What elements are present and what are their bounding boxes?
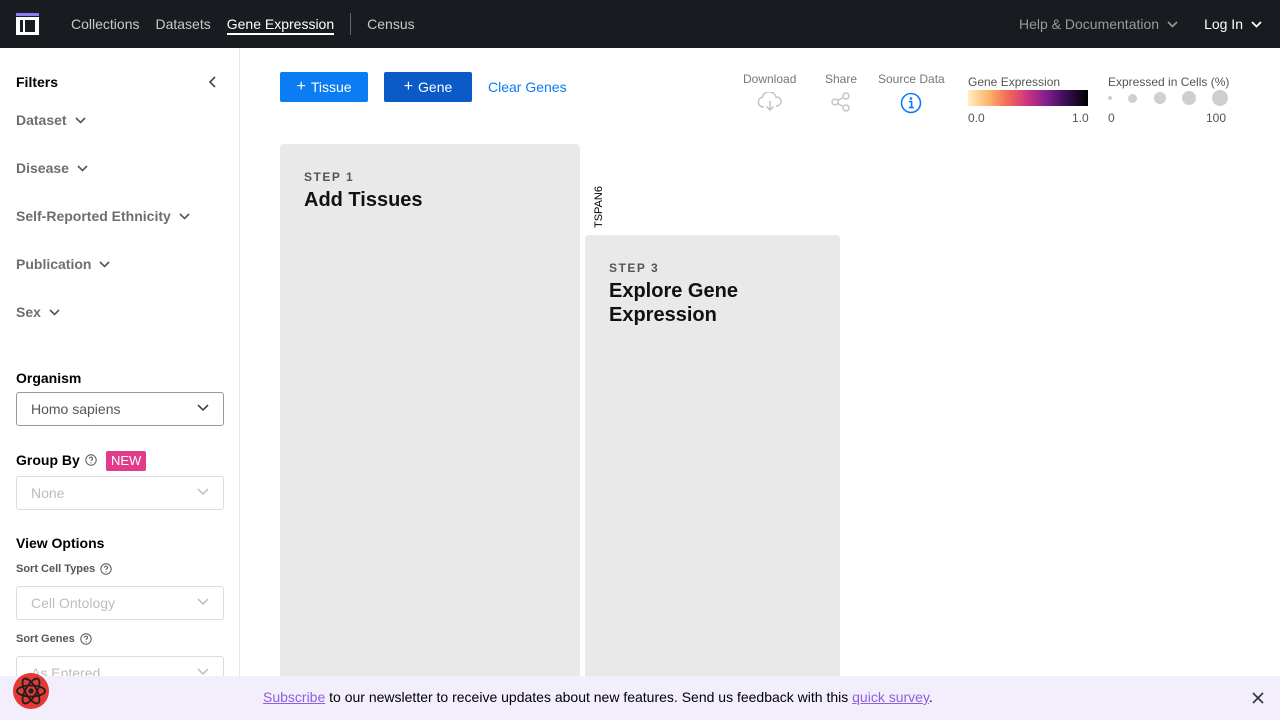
step3-title: Explore Gene Expression <box>609 280 738 326</box>
help-circle-icon[interactable] <box>79 633 92 645</box>
share-label: Share <box>825 72 858 86</box>
nav-datasets[interactable]: Datasets <box>155 0 210 48</box>
quick-survey-link[interactable]: quick survey <box>852 689 929 705</box>
sort-genes-label: Sort Genes <box>16 633 75 645</box>
filter-ethnicity[interactable]: Self-Reported Ethnicity <box>16 208 190 224</box>
banner-middle-text: to our newsletter to receive updates abo… <box>325 689 853 705</box>
login-label: Log In <box>1204 16 1243 32</box>
download-label: Download <box>743 72 797 86</box>
filter-publication[interactable]: Publication <box>16 256 111 272</box>
filter-dataset[interactable]: Dataset <box>16 112 86 128</box>
step3-label: STEP 3 <box>609 261 660 275</box>
banner-end-text: . <box>928 689 933 705</box>
organism-select[interactable]: Homo sapiens <box>16 392 224 426</box>
step1-title: Add Tissues <box>304 189 423 211</box>
plus-icon: + <box>296 78 306 95</box>
size-dot <box>1182 91 1196 105</box>
add-gene-label: Gene <box>418 79 453 95</box>
view-options-label: View Options <box>16 535 105 551</box>
share-button[interactable]: Share <box>825 72 857 112</box>
gene-expression-gradient <box>968 90 1088 106</box>
expressed-cells-legend-title: Expressed in Cells (%) <box>1108 75 1230 89</box>
new-badge: NEW <box>106 451 147 471</box>
help-label: Help & Documentation <box>1018 16 1160 32</box>
chevron-down-icon <box>197 404 209 412</box>
group-by-value: None <box>31 485 65 501</box>
help-circle-icon[interactable] <box>85 454 97 466</box>
sort-cell-types-select[interactable]: Cell Ontology <box>16 586 224 620</box>
chevron-down-icon <box>99 260 111 268</box>
gene-column-label[interactable]: TSPAN6 <box>593 186 605 228</box>
chevron-down-icon <box>197 488 209 496</box>
filter-sex[interactable]: Sex <box>16 304 60 320</box>
info-icon <box>901 92 922 114</box>
step1-label: STEP 1 <box>304 170 355 184</box>
organism-value: Homo sapiens <box>31 401 121 417</box>
banner-text: Subscribe to our newsletter to receive u… <box>263 689 933 705</box>
filter-label: Publication <box>16 256 92 272</box>
gene-expression-max: 1.0 <box>1072 111 1089 125</box>
filter-label: Sex <box>16 304 41 320</box>
chevron-down-icon <box>49 308 60 316</box>
subscribe-link[interactable]: Subscribe <box>263 689 325 705</box>
filters-sidebar: Filters Dataset Disease Self-Reported Et… <box>0 48 240 720</box>
expressed-cells-max: 100 <box>1206 111 1227 125</box>
react-devtools-icon[interactable] <box>10 671 52 711</box>
step1-card: STEP 1 Add Tissues <box>280 144 580 684</box>
sort-cell-types-value: Cell Ontology <box>31 595 116 611</box>
gene-expression-legend-title: Gene Expression <box>968 75 1061 89</box>
plus-icon: + <box>403 78 414 95</box>
newsletter-banner: Subscribe to our newsletter to receive u… <box>0 676 1280 720</box>
sort-genes-header: Sort Genes <box>16 633 92 645</box>
filter-label: Disease <box>16 160 69 176</box>
collapse-sidebar-icon[interactable] <box>206 75 220 89</box>
help-documentation-menu[interactable]: Help & Documentation <box>1019 16 1178 32</box>
organism-label: Organism <box>16 370 82 386</box>
nav-gene-expression[interactable]: Gene Expression <box>226 0 335 48</box>
add-gene-button[interactable]: + Gene <box>384 72 472 102</box>
size-dot <box>1128 94 1137 103</box>
nav-collections[interactable]: Collections <box>71 0 139 48</box>
sort-cell-types-label: Sort Cell Types <box>16 563 96 575</box>
size-dot <box>1154 92 1166 104</box>
help-circle-icon[interactable] <box>100 563 112 575</box>
group-by-select[interactable]: None <box>16 476 224 510</box>
filters-title: Filters <box>16 74 59 90</box>
size-dot <box>1108 96 1112 100</box>
filter-label: Dataset <box>16 112 67 128</box>
login-menu[interactable]: Log In <box>1204 16 1262 32</box>
clear-genes-button[interactable]: Clear Genes <box>488 72 567 102</box>
cloud-download-icon <box>757 92 782 112</box>
chevron-down-icon <box>75 116 86 124</box>
add-tissue-button[interactable]: + Tissue <box>280 72 368 102</box>
source-data-label: Source Data <box>878 72 945 86</box>
size-dot <box>1212 90 1228 106</box>
add-tissue-label: Tissue <box>310 79 352 95</box>
share-icon <box>831 92 850 112</box>
nav-census[interactable]: Census <box>367 0 414 48</box>
chevron-down-icon <box>197 668 209 676</box>
source-data-button[interactable]: Source Data <box>878 72 945 114</box>
sort-cell-types-header: Sort Cell Types <box>16 563 112 575</box>
chevron-down-icon <box>77 164 88 172</box>
top-navbar: Collections Datasets Gene Expression Cen… <box>0 0 1280 48</box>
chevron-down-icon <box>179 212 190 220</box>
filter-label: Self-Reported Ethnicity <box>16 208 171 224</box>
chevron-down-icon <box>1167 20 1178 28</box>
gene-expression-min: 0.0 <box>968 111 985 125</box>
download-button[interactable]: Download <box>743 72 796 112</box>
group-by-header: Group By <box>16 452 97 468</box>
group-by-label: Group By <box>16 452 80 468</box>
close-icon[interactable] <box>1251 691 1265 705</box>
nav-separator <box>350 13 352 35</box>
filter-disease[interactable]: Disease <box>16 160 88 176</box>
chevron-down-icon <box>197 598 209 606</box>
chevron-down-icon <box>1251 20 1262 28</box>
cellxgene-logo-icon[interactable] <box>16 13 39 35</box>
expressed-cells-min: 0 <box>1108 111 1115 125</box>
step3-card: STEP 3 Explore Gene Expression <box>585 235 840 685</box>
